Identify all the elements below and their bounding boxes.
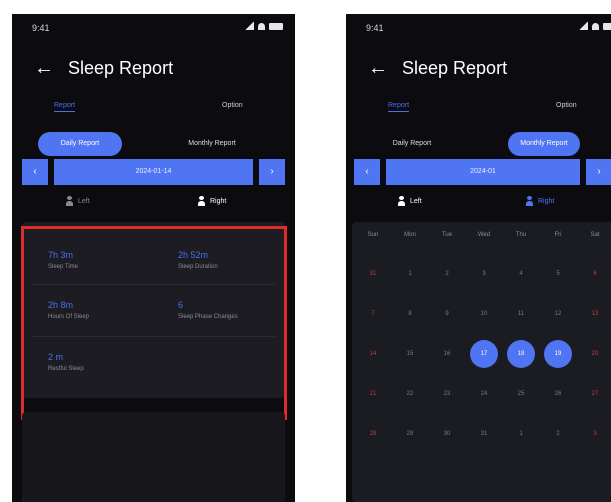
highlight-frame bbox=[21, 226, 287, 420]
calendar-day[interactable]: 3 bbox=[581, 420, 609, 448]
page-title: Sleep Report bbox=[402, 58, 508, 78]
weekday-label: Sun bbox=[367, 232, 379, 238]
calendar-day[interactable]: 10 bbox=[470, 300, 498, 328]
phone-daily-report: 9:41 ← Sleep Report Report Option Daily … bbox=[12, 14, 295, 502]
calendar-day[interactable]: 20 bbox=[581, 340, 609, 368]
top-tabs: Report Option bbox=[12, 102, 295, 116]
report-type-switch: Daily Report Monthly Report bbox=[12, 132, 295, 156]
tab-option[interactable]: Option bbox=[222, 102, 243, 109]
side-right-option[interactable]: Right bbox=[198, 196, 226, 206]
tab-report[interactable]: Report bbox=[388, 102, 410, 112]
calendar-day[interactable]: 19 bbox=[544, 340, 572, 368]
calendar-day[interactable]: 7 bbox=[359, 300, 387, 328]
status-icons bbox=[244, 22, 283, 30]
calendar-day[interactable]: 24 bbox=[470, 380, 498, 408]
calendar-day[interactable]: 12 bbox=[544, 300, 572, 328]
bottom-panel bbox=[22, 412, 285, 502]
weekday-label: Thu bbox=[515, 232, 527, 238]
phone-monthly-report: 9:41 ← Sleep Report Report Option Daily … bbox=[346, 14, 611, 502]
calendar-day[interactable]: 27 bbox=[581, 380, 609, 408]
weekday-label: Fri bbox=[554, 232, 562, 238]
side-right-label: Right bbox=[538, 197, 555, 205]
top-tabs: Report Option bbox=[346, 102, 611, 116]
calendar-day[interactable]: 4 bbox=[507, 260, 535, 288]
person-icon bbox=[66, 196, 73, 206]
person-icon bbox=[526, 196, 533, 206]
calendar-day[interactable]: 1 bbox=[396, 260, 424, 288]
wifi-icon bbox=[592, 22, 599, 30]
page-header: ← Sleep Report bbox=[12, 56, 295, 80]
status-time: 9:41 bbox=[366, 23, 384, 33]
next-date-button[interactable]: › bbox=[259, 159, 285, 185]
side-right-option[interactable]: Right bbox=[526, 196, 554, 206]
weekday-label: Mon bbox=[404, 232, 416, 238]
date-navigator: ‹ 2024-01 › bbox=[346, 159, 611, 185]
person-icon bbox=[198, 196, 205, 206]
calendar-day[interactable]: 2 bbox=[544, 420, 572, 448]
calendar-day[interactable]: 26 bbox=[544, 380, 572, 408]
calendar-day[interactable]: 13 bbox=[581, 300, 609, 328]
calendar-day[interactable]: 23 bbox=[433, 380, 461, 408]
date-display[interactable]: 2024-01 bbox=[386, 159, 580, 185]
calendar-day[interactable]: 28 bbox=[359, 420, 387, 448]
month-calendar: Sun Mon Tue Wed Thu Fri Sat 31 1 2 3 4 5 6 7 8 9 10 11 12 13… bbox=[352, 222, 611, 502]
daily-report-button[interactable]: Daily Report bbox=[38, 132, 122, 156]
calendar-day[interactable]: 15 bbox=[396, 340, 424, 368]
wifi-icon bbox=[258, 22, 265, 30]
daily-report-button[interactable]: Daily Report bbox=[370, 132, 454, 156]
status-bar: 9:41 bbox=[12, 14, 295, 44]
calendar-day[interactable]: 18 bbox=[507, 340, 535, 368]
battery-icon bbox=[269, 22, 283, 30]
status-bar: 9:41 bbox=[346, 14, 611, 44]
calendar-day[interactable]: 16 bbox=[433, 340, 461, 368]
calendar-day[interactable]: 6 bbox=[581, 260, 609, 288]
calendar-day[interactable]: 14 bbox=[359, 340, 387, 368]
calendar-day[interactable]: 29 bbox=[396, 420, 424, 448]
monthly-report-button[interactable]: Monthly Report bbox=[508, 132, 580, 156]
side-selector: Left Right bbox=[346, 196, 611, 212]
date-navigator: ‹ 2024-01-14 › bbox=[12, 159, 295, 185]
date-display[interactable]: 2024-01-14 bbox=[54, 159, 253, 185]
calendar-day[interactable]: 31 bbox=[359, 260, 387, 288]
calendar-day[interactable]: 17 bbox=[470, 340, 498, 368]
calendar-day[interactable]: 2 bbox=[433, 260, 461, 288]
tab-report[interactable]: Report bbox=[54, 102, 76, 112]
calendar-day[interactable]: 30 bbox=[433, 420, 461, 448]
calendar-day[interactable]: 25 bbox=[507, 380, 535, 408]
status-time: 9:41 bbox=[32, 23, 50, 33]
next-date-button[interactable]: › bbox=[586, 159, 611, 185]
calendar-day[interactable]: 5 bbox=[544, 260, 572, 288]
page-header: ← Sleep Report bbox=[346, 56, 611, 80]
prev-date-button[interactable]: ‹ bbox=[354, 159, 380, 185]
status-icons bbox=[578, 22, 611, 30]
calendar-day[interactable]: 9 bbox=[433, 300, 461, 328]
weekday-label: Tue bbox=[441, 232, 453, 238]
monthly-report-button[interactable]: Monthly Report bbox=[162, 132, 262, 156]
side-right-label: Right bbox=[210, 197, 227, 205]
prev-date-button[interactable]: ‹ bbox=[22, 159, 48, 185]
calendar-day[interactable]: 21 bbox=[359, 380, 387, 408]
person-icon bbox=[398, 196, 405, 206]
back-arrow-icon[interactable]: ← bbox=[368, 56, 388, 80]
side-left-option[interactable]: Left bbox=[66, 196, 90, 206]
side-selector: Left Right bbox=[12, 196, 295, 212]
calendar-day[interactable]: 1 bbox=[507, 420, 535, 448]
signal-icon bbox=[244, 22, 254, 30]
back-arrow-icon[interactable]: ← bbox=[34, 56, 54, 80]
page-title: Sleep Report bbox=[68, 58, 174, 78]
calendar-day[interactable]: 31 bbox=[470, 420, 498, 448]
calendar-day[interactable]: 8 bbox=[396, 300, 424, 328]
tab-option[interactable]: Option bbox=[556, 102, 577, 109]
calendar-day[interactable]: 11 bbox=[507, 300, 535, 328]
report-type-switch: Daily Report Monthly Report bbox=[346, 132, 611, 156]
calendar-day[interactable]: 22 bbox=[396, 380, 424, 408]
side-left-option[interactable]: Left bbox=[398, 196, 422, 206]
weekday-label: Sat bbox=[590, 232, 600, 238]
side-left-label: Left bbox=[410, 197, 422, 205]
weekday-label: Wed bbox=[477, 232, 491, 238]
side-left-label: Left bbox=[78, 197, 90, 205]
calendar-day[interactable]: 3 bbox=[470, 260, 498, 288]
signal-icon bbox=[578, 22, 588, 30]
battery-icon bbox=[603, 22, 611, 30]
